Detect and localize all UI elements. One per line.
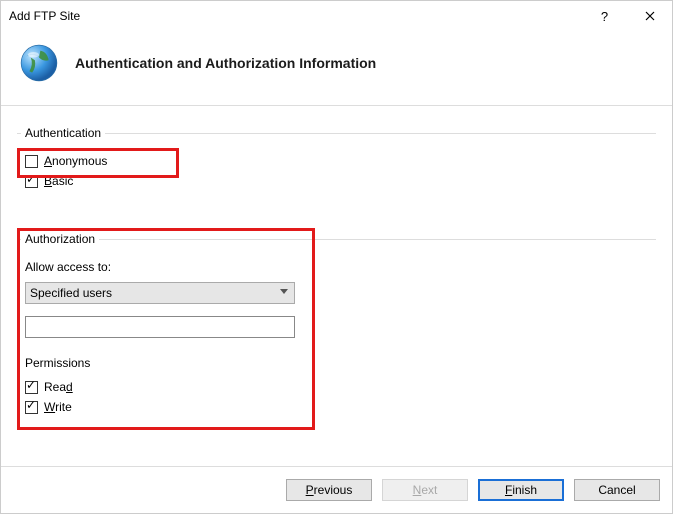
allow-access-label: Allow access to: [25, 260, 648, 274]
write-checkbox[interactable] [25, 401, 38, 414]
dialog-add-ftp-site: Add FTP Site ? Authentication and Author… [0, 0, 673, 514]
content-area: Authentication Anonymous Basic Authoriza… [1, 106, 672, 466]
previous-button[interactable]: Previous [286, 479, 372, 501]
titlebar: Add FTP Site ? [1, 1, 672, 31]
window-title: Add FTP Site [9, 9, 582, 23]
anonymous-checkbox[interactable] [25, 155, 38, 168]
footer: Previous Next Finish Cancel [1, 466, 672, 513]
allow-access-value: Specified users [30, 286, 112, 300]
close-icon [645, 11, 655, 21]
help-button[interactable]: ? [582, 1, 627, 31]
page-heading: Authentication and Authorization Informa… [75, 55, 376, 71]
basic-label: Basic [44, 174, 73, 188]
write-label: Write [44, 400, 72, 414]
allow-access-select[interactable]: Specified users [25, 282, 295, 304]
globe-icon [17, 41, 61, 85]
authentication-legend: Authentication [21, 126, 105, 140]
anonymous-row[interactable]: Anonymous [25, 154, 648, 168]
close-button[interactable] [627, 1, 672, 31]
authorization-legend: Authorization [21, 232, 99, 246]
cancel-button[interactable]: Cancel [574, 479, 660, 501]
read-row[interactable]: Read [25, 380, 648, 394]
finish-button[interactable]: Finish [478, 479, 564, 501]
authentication-group: Authentication Anonymous Basic [17, 126, 656, 208]
read-checkbox[interactable] [25, 381, 38, 394]
anonymous-label: Anonymous [44, 154, 107, 168]
read-label: Read [44, 380, 73, 394]
basic-checkbox[interactable] [25, 175, 38, 188]
chevron-down-icon [280, 289, 288, 294]
write-row[interactable]: Write [25, 400, 648, 414]
users-input[interactable] [25, 316, 295, 338]
next-button: Next [382, 479, 468, 501]
header: Authentication and Authorization Informa… [1, 31, 672, 105]
authorization-group: Authorization Allow access to: Specified… [17, 232, 656, 434]
basic-row[interactable]: Basic [25, 174, 648, 188]
permissions-label: Permissions [25, 356, 648, 370]
